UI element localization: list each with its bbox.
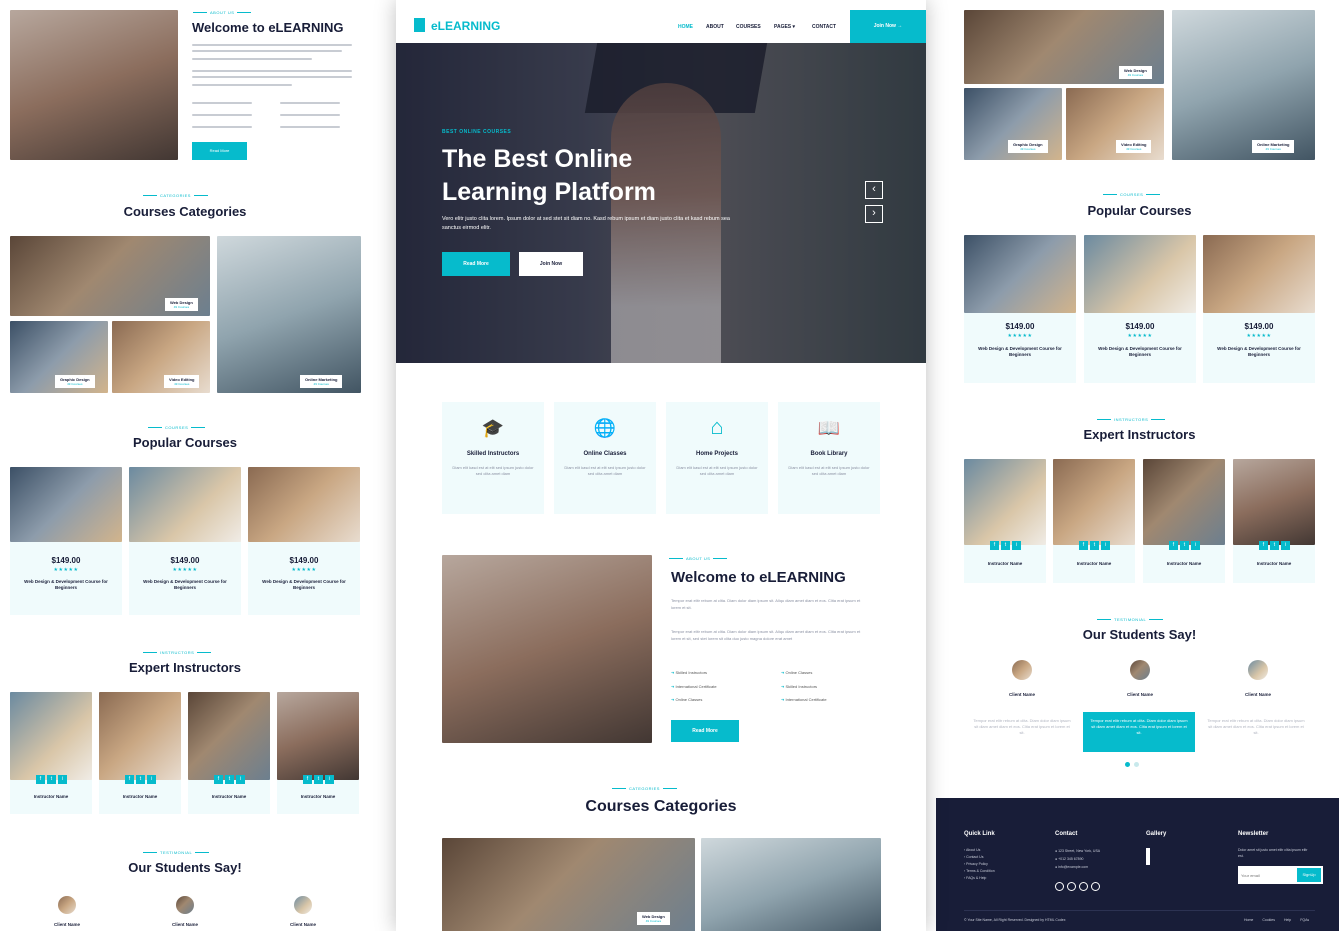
client-avatar <box>58 896 76 914</box>
about-read-more-button[interactable]: Read More <box>192 142 247 160</box>
book-icon <box>414 18 425 32</box>
instagram-icon[interactable]: i <box>325 775 334 784</box>
instructors-title: Expert Instructors <box>129 660 241 675</box>
instructor-photo <box>277 692 359 780</box>
hero-tag: BEST ONLINE COURSES <box>442 129 512 135</box>
carousel-prev-button[interactable]: ‹ <box>865 181 883 199</box>
categories-tag: CATEGORIES <box>140 193 211 198</box>
hero-carousel: BEST ONLINE COURSES The Best Online Lear… <box>396 43 926 363</box>
nav-contact[interactable]: CONTACT <box>812 24 836 30</box>
right-preview-panel: Web Design 49 Courses Graphic Design 49 Co… <box>936 0 1339 931</box>
categories-title: Courses Categories <box>123 204 247 219</box>
about-title: Welcome to eLEARNING <box>671 569 846 586</box>
twitter-icon[interactable]: t <box>136 775 145 784</box>
hero-join-now-button[interactable]: Join Now <box>519 252 583 276</box>
graduation-cap-icon: 🎓 <box>481 418 505 438</box>
instagram-icon[interactable]: i <box>1101 541 1110 550</box>
home-icon: ⌂ <box>710 414 724 439</box>
instagram-icon[interactable]: i <box>236 775 245 784</box>
nav-about[interactable]: ABOUT <box>706 24 724 30</box>
brand-logo[interactable]: eLEARNING <box>431 19 500 33</box>
twitter-icon[interactable]: t <box>47 775 56 784</box>
left-preview-panel: ABOUT US Welcome to eLEARNING Read More … <box>0 0 370 931</box>
navbar: eLEARNING HOME ABOUT COURSES PAGES ▾ CON… <box>396 10 926 43</box>
carousel-dot-active[interactable] <box>1125 762 1130 767</box>
facebook-icon[interactable]: f <box>1169 541 1178 550</box>
active-testimonial: Tempor erat elitr rebum at clita. Diam d… <box>1083 712 1195 752</box>
instructor-photo <box>99 692 181 780</box>
instructors-title: Expert Instructors <box>1083 427 1196 442</box>
category-online-marketing[interactable] <box>701 838 881 931</box>
course-image <box>129 467 241 542</box>
main-preview-panel: eLEARNING HOME ABOUT COURSES PAGES ▾ CON… <box>396 0 926 931</box>
facebook-icon[interactable]: f <box>125 775 134 784</box>
twitter-icon[interactable]: t <box>314 775 323 784</box>
hero-text: Vero elitr justo clita lorem. Ipsum dolo… <box>442 216 730 231</box>
twitter-icon[interactable]: t <box>1180 541 1189 550</box>
courses-title: Popular Courses <box>1087 203 1192 218</box>
about-tag: ABOUT US <box>190 10 254 15</box>
hero-title-line2: Learning Platform <box>442 178 656 206</box>
carousel-dot[interactable] <box>1134 762 1139 767</box>
about-read-more-button[interactable]: Read More <box>671 720 739 742</box>
instagram-icon[interactable]: i <box>147 775 156 784</box>
twitter-icon[interactable]: t <box>1001 541 1010 550</box>
facebook-icon[interactable]: f <box>1079 541 1088 550</box>
carousel-next-button[interactable]: › <box>865 205 883 223</box>
category-online-marketing[interactable] <box>217 236 361 393</box>
facebook-icon[interactable]: f <box>1259 541 1268 550</box>
hero-read-more-button[interactable]: Read More <box>442 252 510 276</box>
footer-bottom-links: Home Cookies Help FQAs <box>1244 918 1310 922</box>
about-image <box>10 10 178 160</box>
facebook-icon[interactable] <box>1067 882 1076 891</box>
facebook-icon[interactable]: f <box>214 775 223 784</box>
nav-pages[interactable]: PAGES ▾ <box>774 24 795 30</box>
twitter-icon[interactable]: t <box>1090 541 1099 550</box>
facebook-icon[interactable]: f <box>990 541 999 550</box>
copyright: © Your Site Name, All Right Reserved. De… <box>964 918 1066 922</box>
nav-home[interactable]: HOME <box>678 24 693 30</box>
facebook-icon[interactable]: f <box>36 775 45 784</box>
signup-button[interactable]: SignUp <box>1297 868 1321 882</box>
facebook-icon[interactable]: f <box>303 775 312 784</box>
instagram-icon[interactable]: i <box>1191 541 1200 550</box>
instagram-icon[interactable]: i <box>1012 541 1021 550</box>
globe-icon: 🌐 <box>593 418 617 438</box>
twitter-icon[interactable]: t <box>225 775 234 784</box>
about-image <box>442 555 652 743</box>
client-avatar <box>176 896 194 914</box>
course-image <box>10 467 122 542</box>
testimonial-title: Our Students Say! <box>128 860 242 875</box>
join-now-button[interactable]: Join Now → <box>850 10 926 43</box>
newsletter-email-input[interactable] <box>1241 870 1291 880</box>
about-title: Welcome to eLEARNING <box>192 20 344 35</box>
hero-title-line1: The Best Online <box>442 145 633 173</box>
book-icon: 📖 <box>817 418 841 438</box>
testimonial-title: Our Students Say! <box>1082 627 1197 642</box>
footer: Quick Link › About Us › Contact Us › Pri… <box>936 798 1339 931</box>
categories-title: Courses Categories <box>585 798 737 815</box>
twitter-icon[interactable]: t <box>1270 541 1279 550</box>
instructor-photo <box>10 692 92 780</box>
twitter-icon[interactable] <box>1055 882 1064 891</box>
youtube-icon[interactable] <box>1079 882 1088 891</box>
instagram-icon[interactable]: i <box>1281 541 1290 550</box>
instagram-icon[interactable]: i <box>58 775 67 784</box>
client-avatar <box>294 896 312 914</box>
course-image <box>248 467 360 542</box>
linkedin-icon[interactable] <box>1091 882 1100 891</box>
courses-title: Popular Courses <box>132 435 238 450</box>
nav-courses[interactable]: COURSES <box>736 24 761 30</box>
instructor-photo <box>188 692 270 780</box>
